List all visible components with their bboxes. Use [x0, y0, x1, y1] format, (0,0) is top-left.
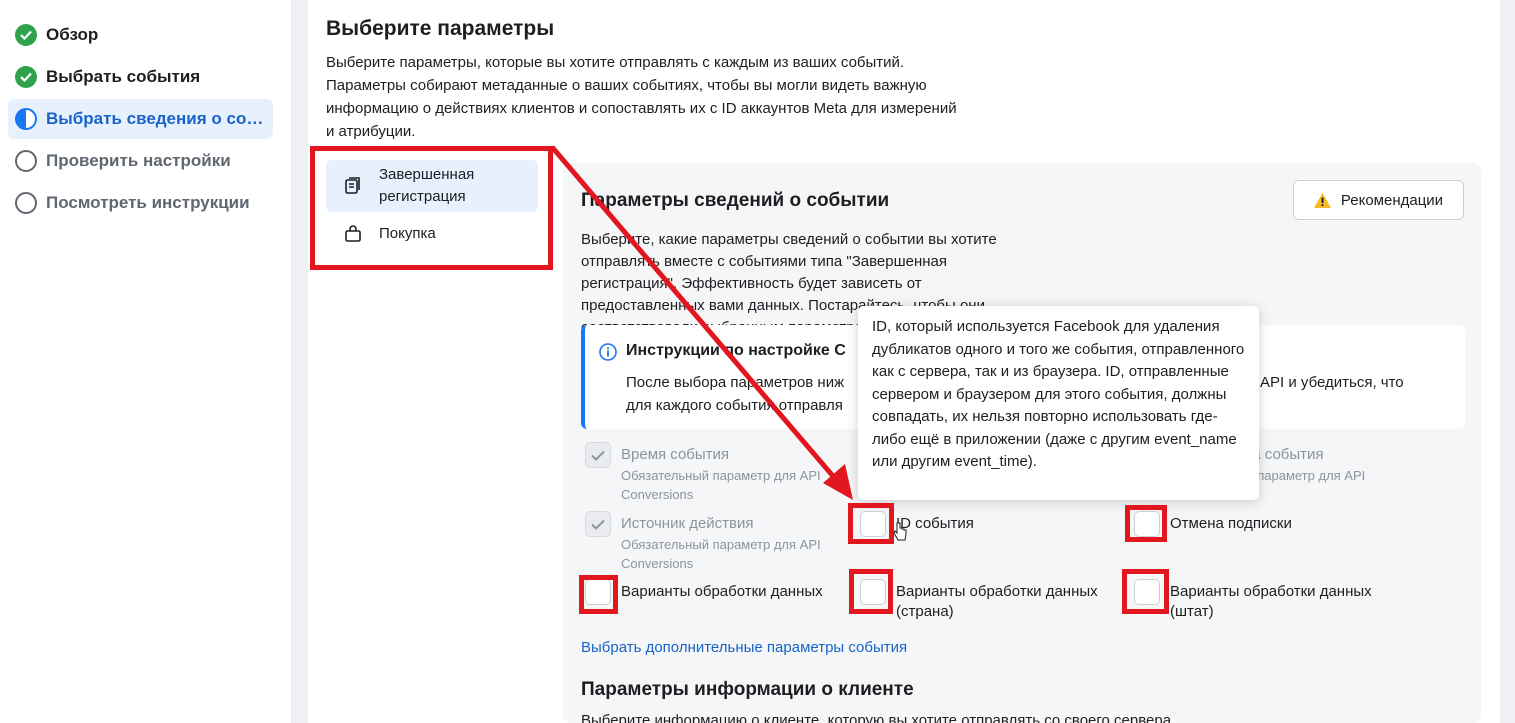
event-source-checkbox — [585, 511, 611, 537]
step-overview[interactable]: Обзор — [8, 15, 273, 55]
half-circle-progress-icon — [15, 108, 37, 130]
data-processing-state-label: Варианты обработки данных (штат) — [1170, 583, 1372, 620]
empty-circle-icon — [15, 150, 37, 172]
unsubscribe-label: Отмена подписки — [1170, 515, 1292, 532]
empty-circle-icon — [15, 192, 37, 214]
event-time-label: Время события — [621, 446, 730, 463]
annotation-data-processing-state-box — [1122, 569, 1169, 614]
annotation-events-box — [310, 146, 553, 270]
step-label: Выбрать события — [46, 67, 201, 86]
step-view-instructions[interactable]: Посмотреть инструкции — [8, 183, 273, 223]
event-source-sub: Обязательный параметр для API Conversion… — [621, 537, 821, 571]
banner-text-part: для каждого события отправля — [626, 397, 843, 414]
card-title: Параметры сведений о событии — [581, 190, 890, 211]
event-id-tooltip: ID, который используется Facebook для уд… — [858, 306, 1259, 500]
annotation-data-processing-box — [579, 575, 618, 614]
recommendations-button[interactable]: Рекомендации — [1293, 180, 1464, 220]
setup-steps-sidebar: Обзор Выбрать события Выбрать сведения о… — [0, 0, 291, 723]
annotation-data-processing-country-box — [849, 569, 893, 614]
check-circle-icon — [15, 66, 37, 88]
event-id-label: ID события — [896, 515, 974, 532]
hand-cursor-icon — [893, 522, 907, 541]
annotation-unsubscribe-box — [1125, 505, 1167, 542]
check-circle-icon — [15, 24, 37, 46]
step-label: Обзор — [46, 25, 99, 44]
checkmark-icon — [591, 519, 605, 530]
step-select-events[interactable]: Выбрать события — [8, 57, 273, 97]
customer-info-title: Параметры информации о клиенте — [581, 679, 914, 700]
customer-info-description: Выберите информацию о клиенте, которую в… — [581, 712, 1172, 723]
step-review-settings[interactable]: Проверить настройки — [8, 141, 273, 181]
event-time-sub: Обязательный параметр для API Conversion… — [621, 468, 821, 502]
event-source-label: Источник действия — [621, 515, 754, 532]
banner-title: Инструкции по настройке C — [626, 342, 846, 359]
banner-text-part: После выбора параметров ниж — [626, 374, 845, 391]
info-icon — [599, 343, 617, 361]
event-time-checkbox — [585, 442, 611, 468]
step-select-event-details[interactable]: Выбрать сведения о событии — [8, 99, 273, 139]
annotation-event-id-box — [848, 503, 894, 544]
page-title: Выберите параметры — [326, 17, 555, 40]
data-processing-label: Варианты обработки данных — [621, 583, 823, 600]
warning-icon — [1313, 192, 1331, 208]
step-label: Проверить настройки — [46, 151, 231, 170]
step-label: Выбрать сведения о событии — [46, 109, 268, 128]
page-description: Выберите параметры, которые вы хотите от… — [326, 54, 957, 140]
event-url-partial-sub: ый параметр для API — [1237, 468, 1366, 483]
more-event-params-link[interactable]: Выбрать дополнительные параметры события — [581, 639, 907, 656]
checkmark-icon — [591, 450, 605, 461]
recommendations-label: Рекомендации — [1340, 191, 1444, 209]
step-label: Посмотреть инструкции — [46, 193, 250, 212]
data-processing-country-label: Варианты обработки данных (страна) — [896, 583, 1098, 620]
